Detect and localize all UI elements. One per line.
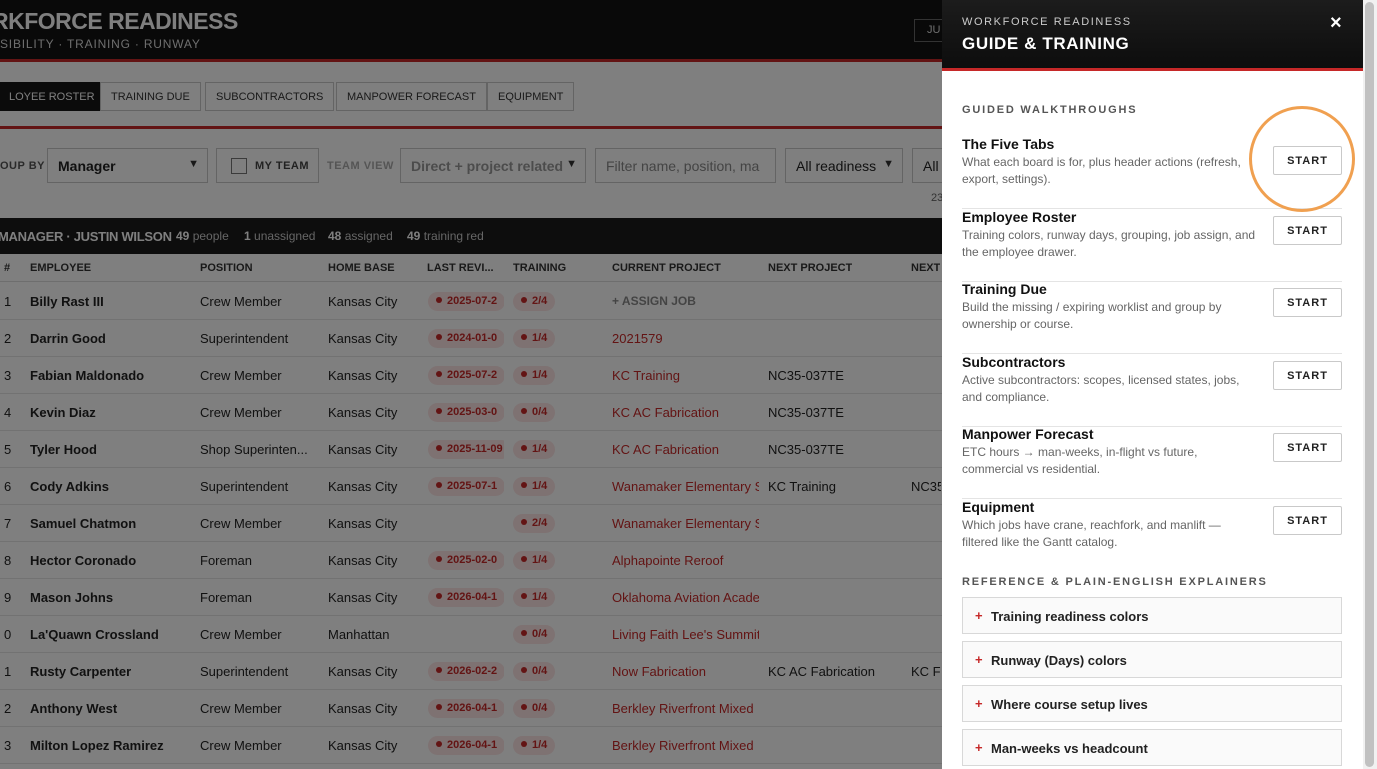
reference-label: REFERENCE & PLAIN-ENGLISH EXPLAINERS (962, 576, 1268, 588)
plus-icon: + (975, 696, 983, 711)
walkthrough-description: ETC hours → man-weeks, in-flight vs futu… (962, 445, 1198, 476)
reference-accordion-item[interactable]: + Training readiness colors (962, 597, 1342, 634)
reference-title: Training readiness colors (991, 609, 1149, 624)
plus-icon: + (975, 740, 983, 755)
walkthrough-title: The Five Tabs (962, 136, 1055, 152)
walkthrough-item: Equipment Which jobs have crane, reachfor… (962, 499, 1342, 572)
walkthrough-item: Training Due Build the missing / expiring… (962, 281, 1342, 354)
reference-accordion-item[interactable]: + Runway (Days) colors (962, 641, 1342, 678)
reference-title: Runway (Days) colors (991, 653, 1127, 668)
drawer-scrollbar[interactable] (1363, 0, 1377, 769)
walkthrough-title: Manpower Forecast (962, 426, 1094, 442)
start-walkthrough-button[interactable]: START (1273, 216, 1342, 245)
scrollbar-thumb[interactable] (1365, 2, 1374, 767)
walkthrough-description: What each board is for, plus header acti… (962, 155, 1241, 186)
start-walkthrough-button[interactable]: START (1273, 361, 1342, 390)
start-walkthrough-button[interactable]: START (1273, 288, 1342, 317)
walkthrough-item: Subcontractors Active subcontractors: sco… (962, 354, 1342, 427)
walkthrough-item: Manpower Forecast ETC hours → man-weeks, … (962, 426, 1342, 499)
walkthrough-title: Subcontractors (962, 354, 1066, 370)
walkthrough-description: Training colors, runway days, grouping, … (962, 228, 1256, 259)
walkthrough-title: Training Due (962, 281, 1047, 297)
walkthroughs-label: GUIDED WALKTHROUGHS (962, 104, 1138, 116)
reference-accordion-item[interactable]: + Where course setup lives (962, 685, 1342, 722)
drawer-header: WORKFORCE READINESS GUIDE & TRAINING × (942, 0, 1363, 71)
walkthrough-title: Equipment (962, 499, 1035, 515)
drawer-kicker: WORKFORCE READINESS (962, 16, 1132, 28)
plus-icon: + (975, 608, 983, 623)
start-walkthrough-button[interactable]: START (1273, 433, 1342, 462)
plus-icon: + (975, 652, 983, 667)
walkthrough-description: Which jobs have crane, reachfork, and ma… (962, 518, 1221, 549)
walkthrough-title: Employee Roster (962, 209, 1077, 225)
reference-title: Where course setup lives (991, 697, 1148, 712)
walkthrough-description: Build the missing / expiring worklist an… (962, 300, 1222, 331)
walkthrough-description: Active subcontractors: scopes, licensed … (962, 373, 1240, 404)
reference-accordion-item[interactable]: + Man-weeks vs headcount (962, 729, 1342, 766)
close-icon[interactable]: × (1330, 12, 1342, 35)
start-walkthrough-button[interactable]: START (1273, 506, 1342, 535)
walkthrough-item: Employee Roster Training colors, runway d… (962, 209, 1342, 282)
drawer-title: GUIDE & TRAINING (962, 34, 1130, 53)
walkthrough-highlight-ring (1249, 106, 1355, 212)
reference-title: Man-weeks vs headcount (991, 741, 1148, 756)
